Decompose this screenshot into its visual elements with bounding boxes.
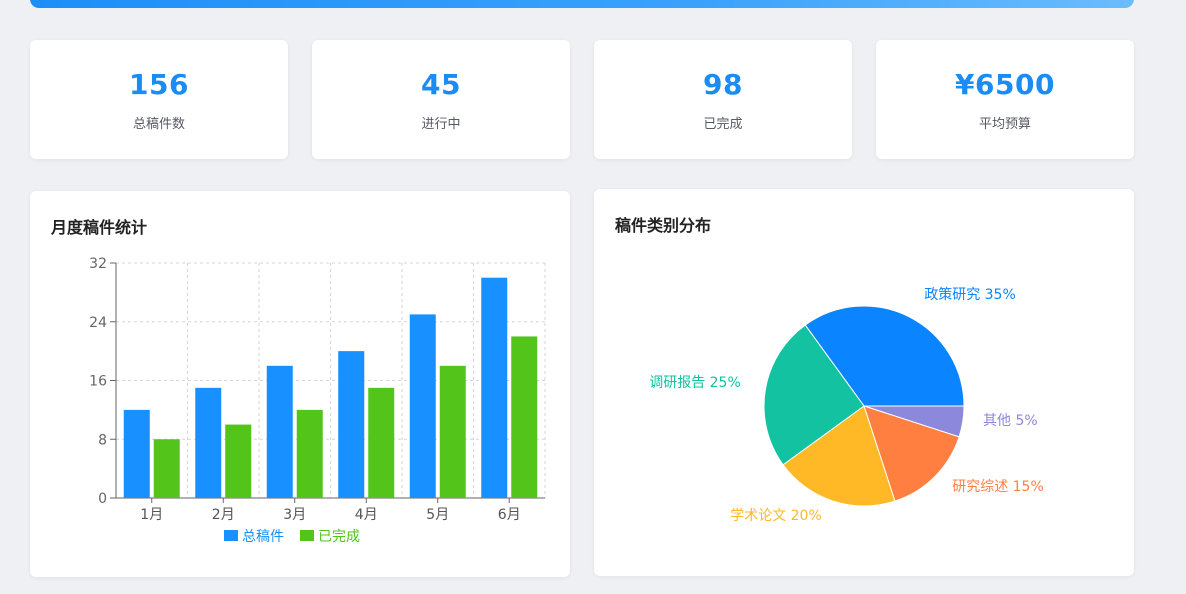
x-tick-label: 3月 bbox=[283, 507, 306, 523]
bar-completed bbox=[368, 387, 395, 498]
bar-chart: 0 8 16 24 32 1月 2月 3月 4月 5月 6月总稿件 已完成 bbox=[89, 256, 546, 545]
bar-total bbox=[481, 277, 508, 498]
x-tick-label: 5月 bbox=[426, 507, 449, 523]
stat-value: 45 bbox=[421, 68, 461, 101]
pie-slice-label: 研究综述 15% bbox=[952, 479, 1044, 495]
stat-label: 进行中 bbox=[421, 117, 461, 132]
x-tick-label: 2月 bbox=[212, 507, 235, 523]
bar-completed bbox=[511, 336, 538, 498]
bar-completed bbox=[153, 439, 180, 498]
x-tick-label: 4月 bbox=[355, 507, 378, 523]
stat-label: 已完成 bbox=[703, 117, 743, 132]
x-tick-label: 6月 bbox=[498, 507, 521, 523]
legend-swatch bbox=[300, 530, 314, 541]
pie-slice-label: 调研报告 25% bbox=[649, 375, 741, 391]
y-tick-label: 8 bbox=[98, 432, 107, 448]
pie-slice-label: 学术论文 20% bbox=[730, 508, 822, 524]
bar-chart-panel: 月度稿件统计 0 8 16 24 32 1月 2月 3月 4月 5月 6月 总稿件 已完成 bbox=[30, 191, 570, 577]
stat-value: 98 bbox=[703, 68, 743, 101]
pie-slice-label: 其他 5% bbox=[983, 413, 1038, 429]
bar-total bbox=[338, 351, 365, 498]
bar-completed bbox=[296, 409, 323, 498]
pie-slice-label: 政策研究 35% bbox=[924, 286, 1016, 303]
stat-card-avg-budget: ¥6500 平均预算 bbox=[876, 40, 1134, 159]
stat-value: ¥6500 bbox=[955, 68, 1055, 101]
top-banner bbox=[30, 0, 1134, 8]
bar-total bbox=[266, 365, 293, 498]
x-tick-label: 1月 bbox=[140, 507, 163, 523]
bar-completed bbox=[439, 365, 466, 498]
pie-chart: 政策研究 35% 其他 5% 研究综述 15% 学术论文 20% 调研报告 25% bbox=[649, 286, 1044, 524]
stat-card-total: 156 总稿件数 bbox=[30, 40, 288, 159]
bar-completed bbox=[225, 424, 252, 498]
stat-card-completed: 98 已完成 bbox=[594, 40, 852, 159]
pie-chart-panel: 稿件类别分布 政策研究 35% 其他 5% 研究综述 15% 学术论文 20% 调研报告… bbox=[594, 189, 1134, 576]
bar-total bbox=[195, 387, 222, 498]
bar-total bbox=[409, 314, 436, 498]
legend-swatch bbox=[224, 530, 238, 541]
legend-label: 总稿件 bbox=[242, 529, 284, 545]
stat-label: 总稿件数 bbox=[132, 117, 185, 132]
legend-label: 已完成 bbox=[318, 529, 360, 545]
y-tick-label: 16 bbox=[89, 374, 107, 390]
stat-value: 156 bbox=[129, 68, 189, 101]
y-tick-label: 0 bbox=[98, 491, 107, 507]
stat-card-in-progress: 45 进行中 bbox=[312, 40, 570, 159]
y-tick-label: 32 bbox=[89, 256, 107, 272]
stat-label: 平均预算 bbox=[978, 117, 1031, 132]
bar-total bbox=[123, 409, 150, 498]
y-tick-label: 24 bbox=[89, 315, 107, 331]
